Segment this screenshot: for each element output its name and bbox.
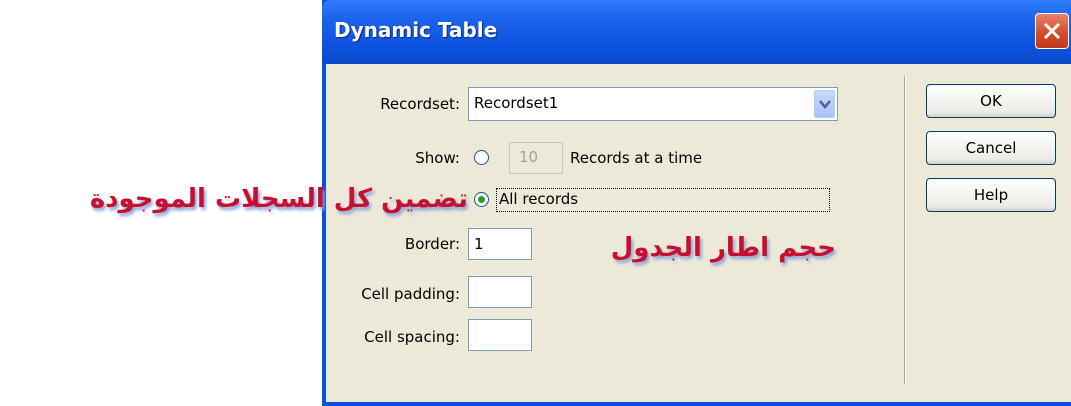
- cancel-button[interactable]: Cancel: [926, 131, 1056, 165]
- close-button[interactable]: [1035, 13, 1069, 49]
- cell-padding-input[interactable]: [468, 276, 532, 308]
- border-annotation: حجم اطار الجدول: [610, 233, 836, 263]
- border-input[interactable]: 1: [468, 228, 532, 260]
- recordset-label: Recordset:: [380, 95, 460, 113]
- vertical-divider: [904, 76, 906, 384]
- cell-spacing-label: Cell spacing:: [364, 328, 460, 346]
- records-at-a-time-label: Records at a time: [570, 149, 703, 167]
- cell-padding-label: Cell padding:: [361, 285, 460, 303]
- ok-button[interactable]: OK: [926, 84, 1056, 118]
- dropdown-arrow[interactable]: [814, 90, 835, 118]
- cell-spacing-input[interactable]: [468, 319, 532, 351]
- dialog-title: Dynamic Table: [334, 18, 498, 42]
- border-value: 1: [474, 235, 484, 253]
- all-records-focus-box[interactable]: All records: [496, 188, 830, 212]
- close-icon: [1043, 22, 1061, 40]
- title-bar[interactable]: Dynamic Table: [322, 0, 1071, 64]
- recordset-select[interactable]: Recordset1: [468, 87, 838, 121]
- show-label: Show:: [415, 149, 460, 167]
- border-label: Border:: [404, 235, 460, 253]
- help-button[interactable]: Help: [926, 178, 1056, 212]
- all-records-radio[interactable]: [474, 192, 489, 207]
- all-records-label: All records: [499, 190, 579, 208]
- records-at-a-time-radio[interactable]: [474, 150, 489, 165]
- records-count-value: 10: [519, 148, 539, 166]
- recordset-select-value: Recordset1: [474, 94, 559, 112]
- chevron-down-icon: [819, 100, 831, 109]
- records-count-input[interactable]: 10: [509, 142, 563, 174]
- all-records-annotation: تضمين كل السجلات الموجودة: [89, 184, 468, 214]
